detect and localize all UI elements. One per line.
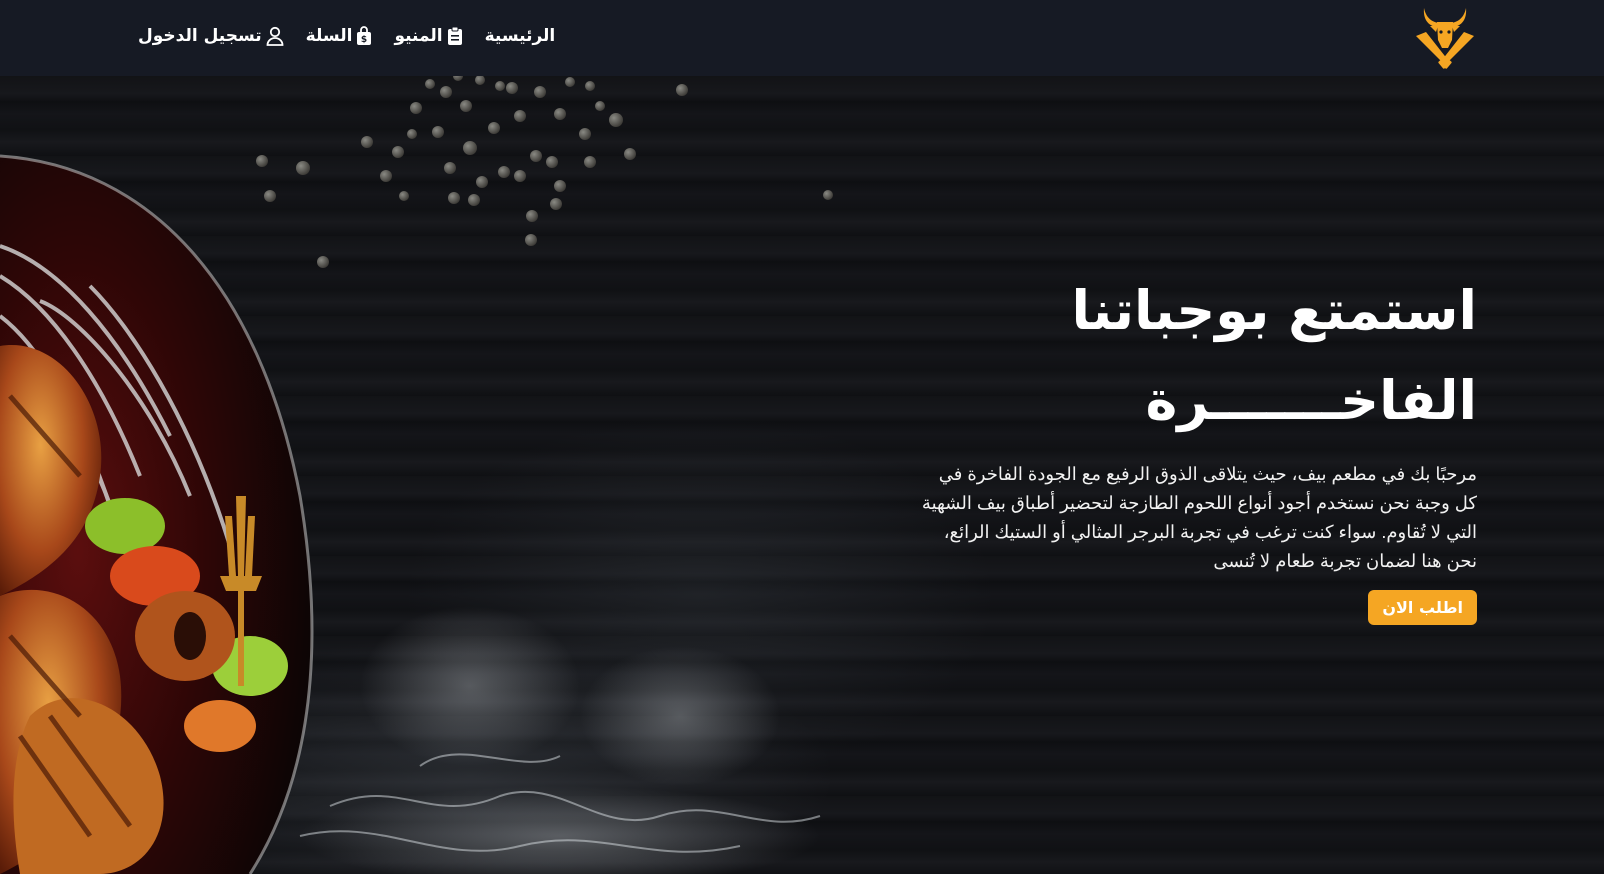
hero-content: استمتع بوجباتنا الفاخـــــــرة مرحبًا بك…: [917, 266, 1477, 625]
hero-title: استمتع بوجباتنا الفاخـــــــرة: [917, 266, 1477, 446]
nav-links: الرئيسية المنيو $ السلة تسجيل الدخول: [138, 20, 555, 52]
nav-cart-label: السلة: [305, 26, 353, 46]
hero-description: مرحبًا بك في مطعم بيف، حيث يتلاقى الذوق …: [921, 464, 1477, 571]
hero-title-line2: الفاخـــــــرة: [1145, 369, 1477, 432]
navbar: الرئيسية المنيو $ السلة تسجيل الدخول: [0, 0, 1604, 76]
hero-section: استمتع بوجباتنا الفاخـــــــرة مرحبًا بك…: [0, 76, 1604, 874]
bull-knives-logo[interactable]: [1412, 2, 1478, 72]
shopping-bag-icon: $: [357, 26, 372, 45]
clipboard-icon: [447, 26, 462, 45]
nav-login-label: تسجيل الدخول: [138, 26, 262, 46]
nav-login-link[interactable]: تسجيل الدخول: [138, 26, 284, 46]
nav-home-link[interactable]: الرئيسية: [485, 26, 556, 46]
nav-menu-link[interactable]: المنيو: [394, 26, 462, 46]
user-icon: [266, 26, 284, 46]
nav-menu-label: المنيو: [394, 26, 443, 46]
order-now-button[interactable]: اطلب الان: [1368, 590, 1477, 625]
svg-text:$: $: [361, 35, 367, 45]
nav-home-label: الرئيسية: [484, 26, 556, 46]
nav-cart-link[interactable]: $ السلة: [306, 26, 373, 46]
hero-title-line1: استمتع بوجباتنا: [1071, 279, 1477, 342]
